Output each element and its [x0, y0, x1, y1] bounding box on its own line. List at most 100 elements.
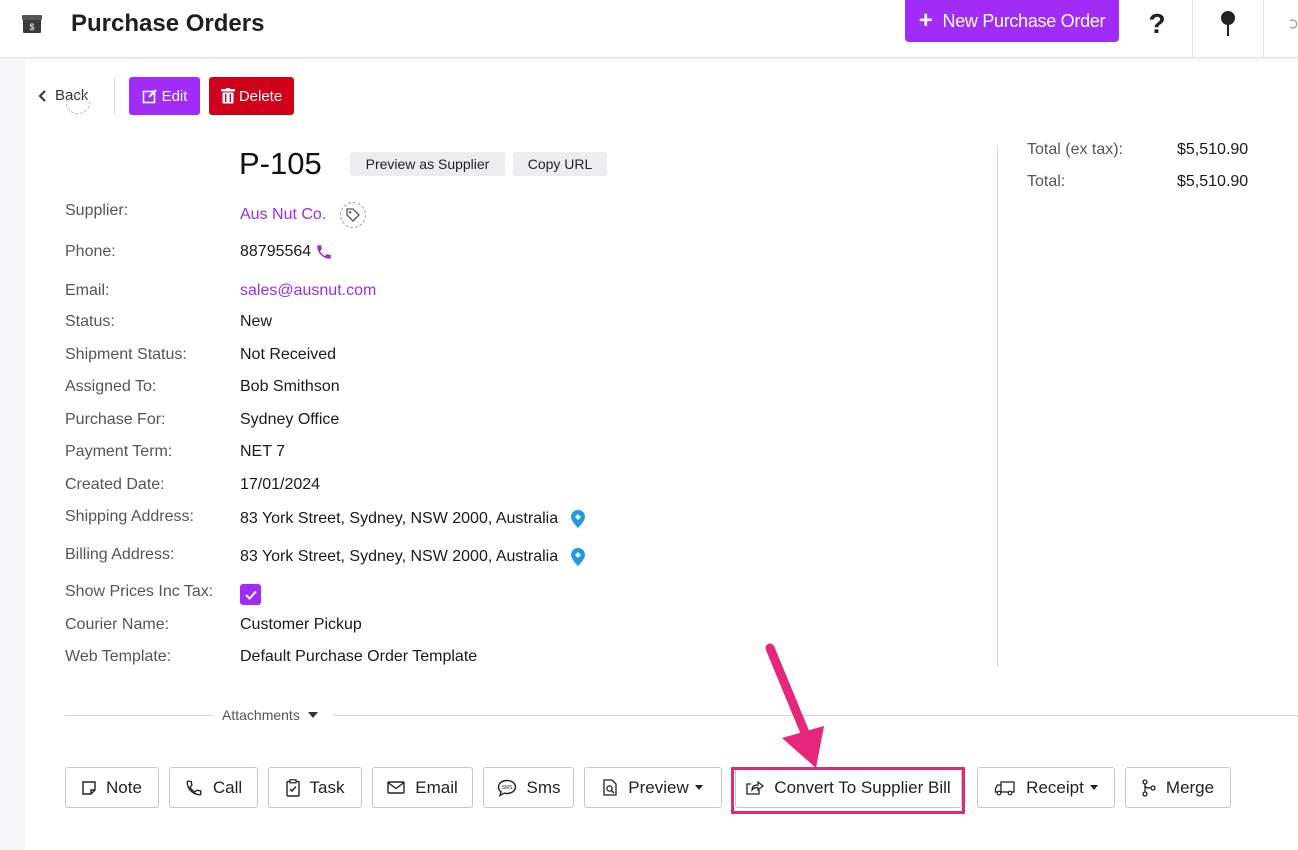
payment-term-label: Payment Term: [65, 443, 173, 460]
sms-label: Sms [526, 777, 561, 797]
payment-term-value: NET 7 [240, 443, 286, 460]
shipment-status-label: Shipment Status: [65, 346, 187, 363]
pin-icon [1221, 11, 1235, 36]
total-ex-tax-label: Total (ex tax): [1027, 141, 1124, 158]
sms-button[interactable]: SMS Sms [483, 767, 574, 808]
svg-text:$: $ [29, 22, 34, 32]
merge-button[interactable]: Merge [1125, 767, 1231, 808]
show-prices-row [240, 584, 261, 605]
receipt-label: Receipt [1026, 777, 1084, 797]
show-prices-checkbox[interactable] [240, 584, 261, 605]
email-link[interactable]: sales@ausnut.com [240, 282, 376, 300]
edit-icon [142, 89, 157, 104]
detail-card [25, 60, 1298, 850]
phone-value: 88795564 [240, 243, 312, 260]
total-label: Total: [1027, 173, 1066, 190]
task-label: Task [309, 777, 345, 797]
po-number: P-105 [239, 146, 322, 181]
call-label: Call [212, 777, 243, 797]
created-date-label: Created Date: [65, 476, 165, 493]
trash-icon [220, 88, 235, 104]
merge-icon [1142, 778, 1156, 797]
new-purchase-order-button[interactable]: + New Purchase Order [905, 0, 1119, 42]
billing-address-label: Billing Address: [65, 546, 175, 563]
edit-button[interactable]: Edit [129, 77, 200, 115]
web-template-label: Web Template: [65, 648, 172, 665]
preview-as-supplier-button[interactable]: Preview as Supplier [350, 152, 505, 176]
supplier-label: Supplier: [65, 202, 129, 219]
tag-icon [346, 208, 361, 222]
email-row: sales@ausnut.com [240, 282, 376, 300]
map-pin-icon[interactable] [570, 509, 586, 529]
copy-url-button[interactable]: Copy URL [513, 152, 607, 176]
call-button[interactable]: Call [169, 767, 258, 808]
pin-button[interactable] [1193, 0, 1263, 48]
note-label: Note [106, 777, 142, 797]
purchase-for-label: Purchase For: [65, 411, 166, 428]
assigned-to-value: Bob Smithson [240, 378, 340, 395]
phone-icon[interactable] [315, 243, 333, 261]
merge-label: Merge [1165, 777, 1215, 797]
shipping-address-row: 83 York Street, Sydney, NSW 2000, Austra… [240, 509, 586, 529]
check-icon [244, 590, 257, 600]
caret-down-icon [307, 712, 318, 718]
billing-address-value: 83 York Street, Sydney, NSW 2000, Austra… [240, 548, 559, 565]
map-pin-icon[interactable] [570, 547, 586, 567]
email-button[interactable]: Email [372, 767, 473, 808]
chevron-left-icon [38, 89, 46, 102]
shipping-address-label: Shipping Address: [65, 508, 194, 525]
created-date-value: 17/01/2024 [240, 476, 321, 493]
supplier-link[interactable]: Aus Nut Co. [240, 206, 326, 224]
receipt-dropdown-button[interactable]: Receipt [977, 767, 1115, 808]
phone-label: Phone: [65, 243, 116, 260]
undo-icon [1289, 19, 1298, 29]
phone-row: 88795564 [240, 243, 333, 261]
clipboard-icon [285, 778, 300, 797]
phone-icon [186, 780, 202, 795]
arrow-icon [765, 643, 824, 768]
status-label: Status: [65, 313, 115, 330]
delete-label: Delete [238, 87, 283, 105]
document-search-icon [603, 779, 617, 796]
shipping-address-value: 83 York Street, Sydney, NSW 2000, Austra… [240, 510, 559, 527]
email-action-label: Email [415, 777, 458, 797]
envelope-icon [387, 781, 405, 794]
preview-label: Preview [628, 777, 689, 797]
supplier-row: Aus Nut Co. [240, 202, 367, 228]
caret-down-icon [1089, 785, 1098, 790]
help-button[interactable]: ? [1122, 0, 1192, 48]
status-value: New [240, 313, 273, 330]
plus-icon: + [918, 7, 933, 34]
svg-text:SMS: SMS [501, 785, 513, 791]
attachments-label: Attachments [222, 707, 300, 723]
show-prices-label: Show Prices Inc Tax: [65, 583, 214, 600]
totals-divider [997, 145, 998, 667]
task-button[interactable]: Task [268, 767, 362, 808]
delete-button[interactable]: Delete [209, 77, 294, 115]
email-label: Email: [65, 282, 110, 299]
undo-button[interactable] [1263, 0, 1298, 48]
courier-name-value: Customer Pickup [240, 616, 362, 633]
shipment-status-value: Not Received [240, 346, 337, 363]
store-icon: $ [22, 15, 42, 33]
page-title: Purchase Orders [71, 10, 265, 37]
edit-label: Edit [161, 87, 188, 105]
assigned-to-label: Assigned To: [65, 378, 157, 395]
question-icon: ? [1148, 8, 1166, 39]
top-bar: $ Purchase Orders + New Purchase Order ? [0, 0, 1298, 58]
sms-icon: SMS [497, 779, 516, 797]
attachments-toggle[interactable]: Attachments [222, 707, 318, 723]
back-focus-ring [66, 94, 90, 114]
web-template-value: Default Purchase Order Template [240, 648, 478, 665]
purchase-for-value: Sydney Office [240, 411, 340, 428]
billing-address-row: 83 York Street, Sydney, NSW 2000, Austra… [240, 547, 586, 567]
preview-dropdown-button[interactable]: Preview [584, 767, 722, 808]
note-button[interactable]: Note [65, 767, 159, 808]
total-value: $5,510.90 [1177, 173, 1249, 190]
courier-name-label: Courier Name: [65, 616, 170, 633]
attachments-rule-left [65, 715, 212, 716]
note-icon [82, 780, 96, 795]
truck-icon [995, 780, 1015, 795]
tag-button[interactable] [340, 202, 367, 228]
total-ex-tax-value: $5,510.90 [1177, 141, 1249, 158]
